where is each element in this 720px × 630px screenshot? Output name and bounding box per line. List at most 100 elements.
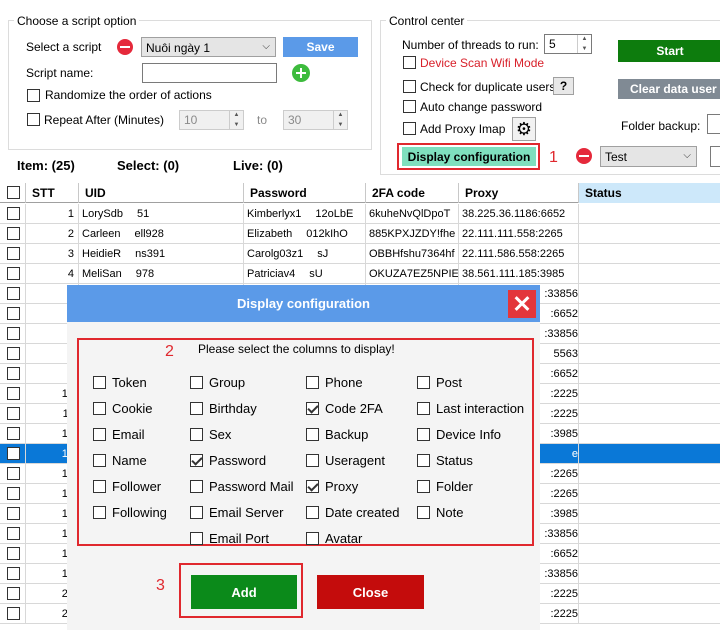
column-option-checkbox[interactable]: [417, 376, 430, 389]
row-checkbox[interactable]: [7, 487, 20, 500]
table-row[interactable]: 4 MeliSan 978 Patriciav4 sU OKUZA7EZ5NPIE 38.5…: [0, 264, 720, 284]
column-option-checkbox[interactable]: [93, 428, 106, 441]
add-button[interactable]: Add: [191, 575, 297, 609]
column-option-checkbox[interactable]: [417, 480, 430, 493]
clear-data-button[interactable]: Clear data user t: [618, 79, 720, 99]
row-checkbox[interactable]: [7, 567, 20, 580]
row-checkbox[interactable]: [7, 607, 20, 620]
column-option-checkbox[interactable]: [417, 402, 430, 415]
profile-select[interactable]: Test ⌵: [600, 146, 697, 167]
column-option-label: Last interaction: [436, 401, 525, 416]
header-proxy[interactable]: Proxy: [459, 183, 579, 203]
column-option-checkbox[interactable]: [306, 428, 319, 441]
column-option-checkbox[interactable]: [190, 454, 203, 467]
row-checkbox[interactable]: [7, 327, 20, 340]
column-option-checkbox[interactable]: [190, 532, 203, 545]
display-config-button[interactable]: Display configuration: [402, 147, 536, 166]
save-button[interactable]: Save: [283, 37, 358, 57]
repeat-to-spinner[interactable]: ▲ ▼: [333, 111, 347, 129]
row-checkbox[interactable]: [7, 467, 20, 480]
column-option-checkbox[interactable]: [190, 480, 203, 493]
row-checkbox-cell: [0, 484, 26, 504]
start-button[interactable]: Start: [618, 40, 720, 62]
threads-label: Number of threads to run:: [402, 38, 539, 52]
close-button[interactable]: Close: [317, 575, 424, 609]
row-checkbox[interactable]: [7, 407, 20, 420]
header-password[interactable]: Password: [244, 183, 366, 203]
repeat-from-input[interactable]: 10 ▲ ▼: [179, 110, 244, 130]
remove-profile-icon[interactable]: [576, 148, 592, 164]
script-select[interactable]: Nuôi ngày 1 ⌵: [141, 37, 276, 57]
add-script-icon[interactable]: [292, 64, 310, 82]
select-all-checkbox[interactable]: [7, 186, 20, 199]
row-checkbox[interactable]: [7, 347, 20, 360]
gear-icon[interactable]: ⚙: [512, 117, 536, 141]
column-option-checkbox[interactable]: [306, 454, 319, 467]
column-option-checkbox[interactable]: [306, 506, 319, 519]
row-checkbox[interactable]: [7, 267, 20, 280]
header-2fa[interactable]: 2FA code: [366, 183, 459, 203]
profile-extra-input[interactable]: [710, 146, 720, 167]
table-row[interactable]: 3 HeidieR ns391 Carolg03z1 sJ OBBHfshu7364hf 2…: [0, 244, 720, 264]
row-checkbox[interactable]: [7, 287, 20, 300]
row-checkbox-cell: [0, 244, 26, 264]
device-scan-checkbox[interactable]: [403, 56, 416, 69]
row-uid-start: LorySdb: [82, 208, 123, 220]
row-checkbox[interactable]: [7, 367, 20, 380]
column-option-checkbox[interactable]: [417, 454, 430, 467]
header-uid[interactable]: UID: [79, 183, 244, 203]
help-button[interactable]: ?: [553, 77, 574, 95]
row-checkbox[interactable]: [7, 207, 20, 220]
row-checkbox[interactable]: [7, 547, 20, 560]
column-option-checkbox[interactable]: [93, 376, 106, 389]
row-checkbox[interactable]: [7, 227, 20, 240]
row-checkbox[interactable]: [7, 587, 20, 600]
column-option-checkbox[interactable]: [93, 402, 106, 415]
column-option-checkbox[interactable]: [417, 506, 430, 519]
row-checkbox[interactable]: [7, 307, 20, 320]
row-checkbox[interactable]: [7, 387, 20, 400]
row-checkbox[interactable]: [7, 427, 20, 440]
folder-backup-input[interactable]: [707, 114, 720, 134]
repeat-from-spinner[interactable]: ▲ ▼: [229, 111, 243, 129]
column-option-checkbox[interactable]: [93, 506, 106, 519]
repeat-to-value: 30: [288, 113, 302, 127]
header-stt[interactable]: STT: [26, 183, 79, 203]
row-uid-start: HeidieR: [82, 248, 122, 260]
column-option-checkbox[interactable]: [306, 376, 319, 389]
threads-input[interactable]: 5 ▲ ▼: [544, 34, 592, 54]
threads-spinner[interactable]: ▲ ▼: [577, 35, 591, 53]
repeat-to-input[interactable]: 30 ▲ ▼: [283, 110, 348, 130]
column-option-checkbox[interactable]: [306, 480, 319, 493]
column-option-checkbox[interactable]: [190, 506, 203, 519]
table-row[interactable]: 2 Carleen ell928 Elizabeth 012kIhO 885KPXJZDY…: [0, 224, 720, 244]
randomize-checkbox[interactable]: [27, 89, 40, 102]
row-checkbox[interactable]: [7, 247, 20, 260]
duplicate-checkbox[interactable]: [403, 80, 416, 93]
row-status: [579, 604, 720, 624]
column-option-checkbox[interactable]: [93, 454, 106, 467]
column-option-checkbox[interactable]: [93, 480, 106, 493]
threads-value: 5: [549, 37, 556, 51]
column-option-checkbox[interactable]: [190, 428, 203, 441]
row-checkbox-cell: [0, 444, 26, 464]
repeat-checkbox[interactable]: [27, 113, 40, 126]
header-status[interactable]: Status: [579, 183, 720, 203]
item-count: Item: (25): [17, 158, 75, 173]
close-icon[interactable]: [508, 290, 536, 318]
row-checkbox-cell: [0, 564, 26, 584]
remove-script-icon[interactable]: [117, 39, 133, 55]
row-password-end: sJ: [317, 248, 329, 260]
script-name-input[interactable]: [142, 63, 277, 83]
row-checkbox[interactable]: [7, 527, 20, 540]
auto-change-checkbox[interactable]: [403, 100, 416, 113]
row-checkbox[interactable]: [7, 507, 20, 520]
column-option-checkbox[interactable]: [190, 376, 203, 389]
column-option-checkbox[interactable]: [417, 428, 430, 441]
column-option-checkbox[interactable]: [190, 402, 203, 415]
column-option-checkbox[interactable]: [306, 532, 319, 545]
proxy-imap-checkbox[interactable]: [403, 122, 416, 135]
column-option-checkbox[interactable]: [306, 402, 319, 415]
row-checkbox[interactable]: [7, 447, 20, 460]
table-row[interactable]: 1 LorySdb 51 Kimberlyx1 12oLbE 6kuheNvQlDpoT 3…: [0, 204, 720, 224]
